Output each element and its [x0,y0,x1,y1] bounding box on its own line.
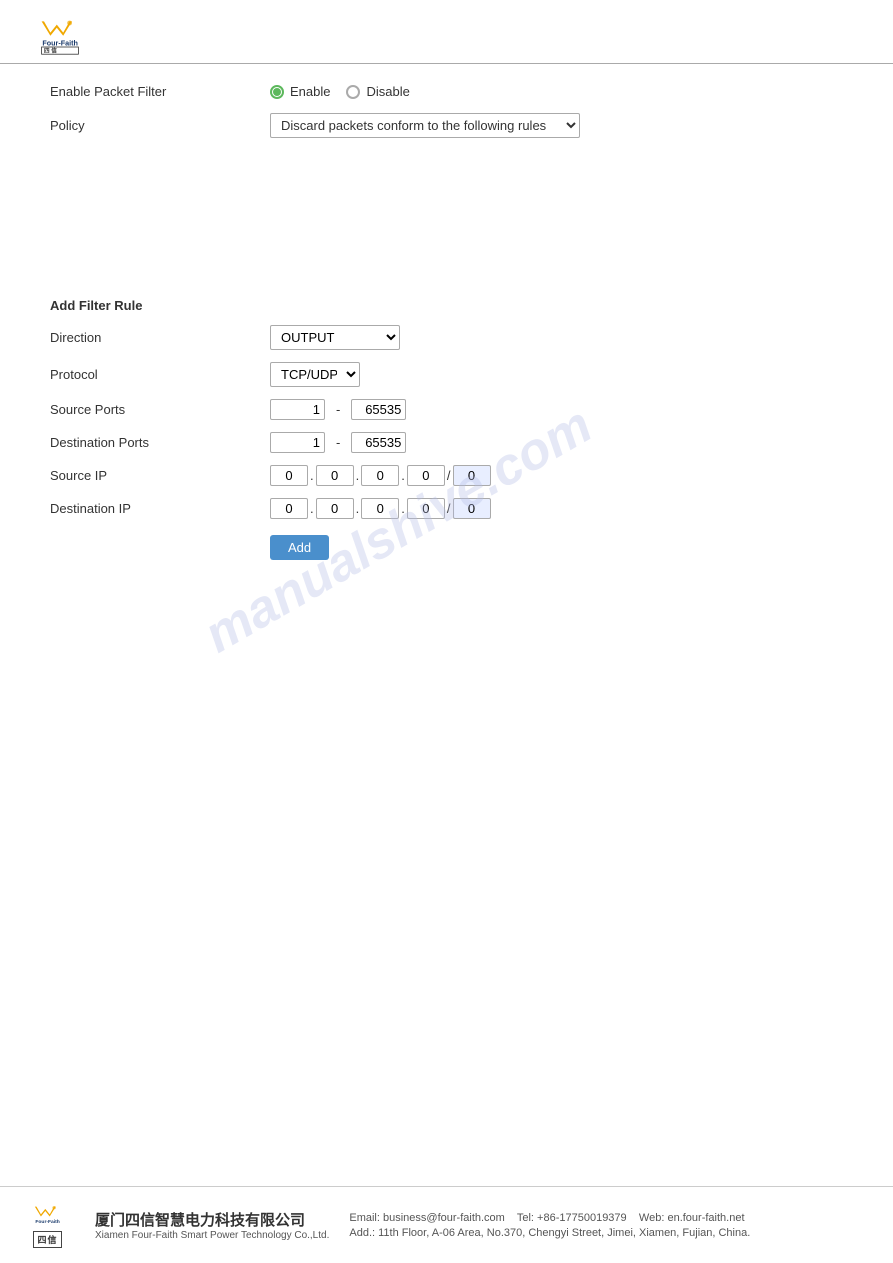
web-label: Web: [639,1212,664,1224]
destination-port-to[interactable] [351,432,406,453]
destination-port-from[interactable] [270,432,325,453]
footer-logo: Four-Faith 四信 [20,1202,75,1248]
destination-ip-dot-1: . [310,501,314,516]
footer-contact-line2: Add.: 11th Floor, A-06 Area, No.370, Che… [349,1227,750,1239]
main-content: Enable Packet Filter Enable Disable Poli… [0,64,893,592]
disable-radio-option[interactable]: Disable [346,84,409,99]
footer-contact: Email: business@four-faith.com Tel: +86-… [349,1212,750,1239]
svg-text:Four-Faith: Four-Faith [42,38,78,47]
footer-contact-line1: Email: business@four-faith.com Tel: +86-… [349,1212,750,1224]
source-ip-octet-4[interactable] [407,465,445,486]
enable-packet-filter-label: Enable Packet Filter [50,84,270,99]
header: Four-Faith 四信 [0,0,893,64]
footer-company-en: Xiamen Four-Faith Smart Power Technology… [95,1230,329,1241]
port-separator-1: - [336,402,340,417]
destination-ip-dot-3: . [401,501,405,516]
tel-label: Tel: [517,1212,534,1224]
filter-form: Direction OUTPUT INPUT FORWARD Protocol … [50,325,843,560]
destination-ports-control: - [270,432,406,453]
destination-ip-octet-1[interactable] [270,498,308,519]
email-value: business@four-faith.com [383,1212,505,1224]
source-ports-label: Source Ports [50,402,270,417]
source-ports-row: Source Ports - [50,399,843,420]
footer-logo-text: 四信 [33,1231,61,1248]
destination-ip-row: Destination IP . . . / [50,498,843,519]
source-port-to[interactable] [351,399,406,420]
add-button-row: Add [50,531,843,560]
destination-ports-row: Destination Ports - [50,432,843,453]
disable-label: Disable [366,84,409,99]
tel-value: +86-17750019379 [537,1212,627,1224]
svg-text:Four-Faith: Four-Faith [35,1219,59,1225]
source-ip-dot-1: . [310,468,314,483]
protocol-label: Protocol [50,367,270,382]
footer-company: 厦门四信智慧电力科技有限公司 Xiamen Four-Faith Smart P… [95,1209,329,1241]
source-ip-label: Source IP [50,468,270,483]
source-ip-slash: / [447,468,451,483]
policy-label: Policy [50,118,270,133]
policy-control: Discard packets conform to the following… [270,113,580,138]
enable-packet-filter-row: Enable Packet Filter Enable Disable [50,84,843,99]
source-ports-control: - [270,399,406,420]
add-button[interactable]: Add [270,535,329,560]
direction-select[interactable]: OUTPUT INPUT FORWARD [270,325,400,350]
email-label: Email: [349,1212,380,1224]
policy-select[interactable]: Discard packets conform to the following… [270,113,580,138]
protocol-select[interactable]: TCP/UDP TCP UDP ICMP [270,362,360,387]
destination-ip-octet-3[interactable] [361,498,399,519]
source-ip-dot-3: . [401,468,405,483]
source-ip-octet-1[interactable] [270,465,308,486]
destination-ip-dot-2: . [356,501,360,516]
port-separator-2: - [336,435,340,450]
source-ip-dot-2: . [356,468,360,483]
policy-row: Policy Discard packets conform to the fo… [50,113,843,138]
destination-ip-octet-4[interactable] [407,498,445,519]
address-label: Add.: [349,1227,375,1239]
web-value: en.four-faith.net [667,1212,744,1224]
logo-area: Four-Faith 四信 [20,15,100,55]
logo-icon: Four-Faith 四信 [20,15,100,55]
address-value: 11th Floor, A-06 Area, No.370, Chengyi S… [378,1227,750,1239]
source-ip-octet-3[interactable] [361,465,399,486]
protocol-row: Protocol TCP/UDP TCP UDP ICMP [50,362,843,387]
enable-radio-option[interactable]: Enable [270,84,330,99]
destination-ip-slash: / [447,501,451,516]
add-filter-rule-title: Add Filter Rule [50,298,843,313]
direction-label: Direction [50,330,270,345]
source-ip-row: Source IP . . . / [50,465,843,486]
direction-row: Direction OUTPUT INPUT FORWARD [50,325,843,350]
svg-text:四信: 四信 [44,47,58,55]
source-ip-subnet[interactable] [453,465,491,486]
enable-disable-group: Enable Disable [270,84,410,99]
destination-ports-label: Destination Ports [50,435,270,450]
destination-ip-octet-2[interactable] [316,498,354,519]
footer-company-cn: 厦门四信智慧电力科技有限公司 [95,1209,329,1230]
footer-logo-icon: Four-Faith [20,1202,75,1230]
destination-ip-group: . . . / [270,498,491,519]
footer: Four-Faith 四信 厦门四信智慧电力科技有限公司 Xiamen Four… [0,1186,893,1263]
destination-ip-label: Destination IP [50,501,270,516]
enable-label: Enable [290,84,330,99]
source-ip-octet-2[interactable] [316,465,354,486]
source-ip-group: . . . / [270,465,491,486]
destination-ip-subnet[interactable] [453,498,491,519]
source-port-from[interactable] [270,399,325,420]
